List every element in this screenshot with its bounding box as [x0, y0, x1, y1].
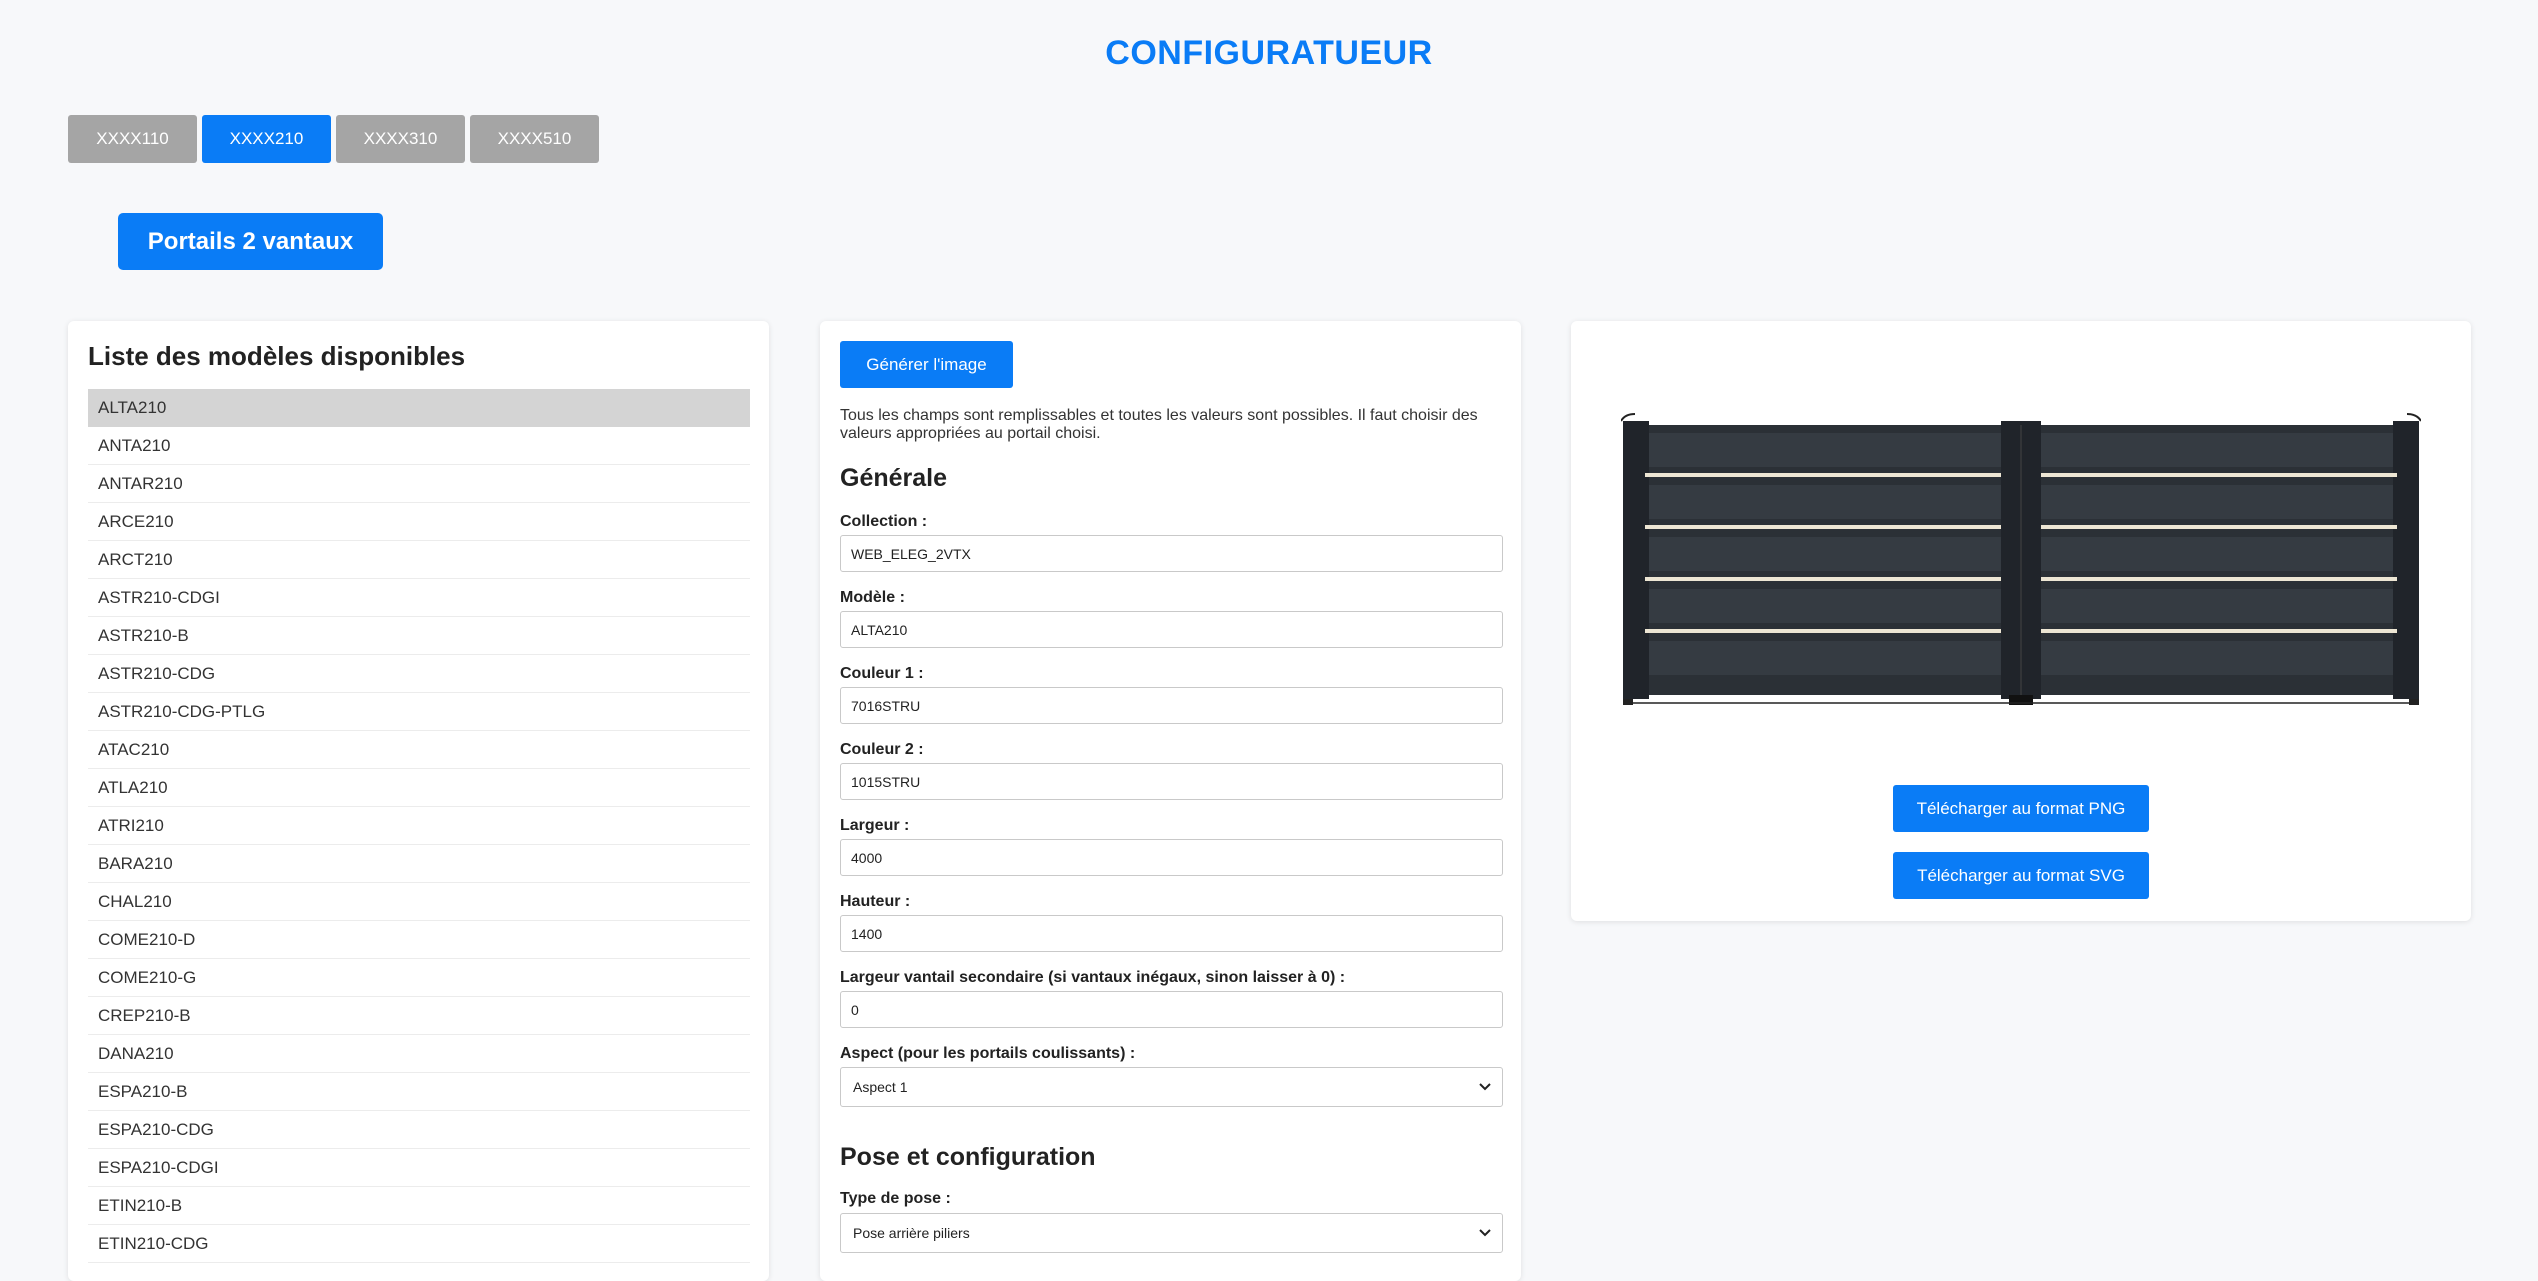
info-text: Tous les champs sont remplissables et to…	[840, 407, 1478, 442]
preview-panel: Télécharger au format PNG Télécharger au…	[1571, 321, 2471, 921]
list-item[interactable]: COME210-G	[88, 959, 750, 997]
download-svg-button[interactable]: Télécharger au format SVG	[1893, 852, 2149, 899]
tab-xxxx510[interactable]: XXXX510	[470, 115, 599, 163]
chevron-down-icon	[1479, 1229, 1491, 1237]
list-item[interactable]: ATAC210	[88, 731, 750, 769]
type-pose-select-value: Pose arrière piliers	[853, 1225, 970, 1241]
couleur1-label: Couleur 1 :	[840, 665, 924, 682]
list-item[interactable]: ALTA210	[88, 389, 750, 427]
largeur-secondaire-label: Largeur vantail secondaire (si vantaux i…	[840, 969, 1346, 986]
list-item[interactable]: ANTA210	[88, 427, 750, 465]
list-item[interactable]: ATRI210	[88, 807, 750, 845]
generate-image-button[interactable]: Générer l'image	[840, 341, 1013, 388]
list-item[interactable]: CHAL210	[88, 883, 750, 921]
list-item[interactable]: ANTAR210	[88, 465, 750, 503]
chevron-down-icon	[1479, 1083, 1491, 1091]
largeur-input[interactable]: 4000	[840, 839, 1503, 876]
aspect-label: Aspect (pour les portails coulissants) :	[840, 1045, 1136, 1062]
hauteur-label: Hauteur :	[840, 893, 911, 910]
largeur-label: Largeur :	[840, 817, 910, 834]
list-item[interactable]: ATLA210	[88, 769, 750, 807]
family-button[interactable]: Portails 2 vantaux	[118, 213, 383, 270]
type-pose-select[interactable]: Pose arrière piliers	[840, 1213, 1503, 1253]
download-png-button[interactable]: Télécharger au format PNG	[1893, 785, 2149, 832]
list-item[interactable]: CREP210-B	[88, 997, 750, 1035]
left-post	[1623, 421, 1649, 699]
couleur2-input[interactable]: 1015STRU	[840, 763, 1503, 800]
list-item[interactable]: ESPA210-B	[88, 1073, 750, 1111]
largeur-secondaire-input[interactable]: 0	[840, 991, 1503, 1028]
list-item[interactable]: ASTR210-CDG-PTLG	[88, 693, 750, 731]
tab-xxxx210[interactable]: XXXX210	[202, 115, 331, 163]
list-item[interactable]: ETIN210-B	[88, 1187, 750, 1225]
list-item[interactable]: ARCT210	[88, 541, 750, 579]
modele-input[interactable]: ALTA210	[840, 611, 1503, 648]
couleur1-input[interactable]: 7016STRU	[840, 687, 1503, 724]
model-list: ALTA210 ANTA210 ANTAR210 ARCE210 ARCT210 ASTR…	[88, 389, 750, 1263]
aspect-select-value: Aspect 1	[853, 1079, 908, 1095]
type-pose-label: Type de pose :	[840, 1190, 951, 1207]
section-general-title: Générale	[840, 464, 948, 492]
gate-preview-image	[1621, 413, 2421, 705]
product-tabs: XXXX110 XXXX210 XXXX310 XXXX510	[68, 115, 599, 163]
collection-label: Collection :	[840, 513, 928, 530]
list-item[interactable]: ASTR210-CDGI	[88, 579, 750, 617]
app-title: CONFIGURATUEUR	[1105, 34, 1433, 72]
list-item[interactable]: DANA210	[88, 1035, 750, 1073]
list-item[interactable]: ESPA210-CDGI	[88, 1149, 750, 1187]
modele-label: Modèle :	[840, 589, 905, 606]
tab-xxxx110[interactable]: XXXX110	[68, 115, 197, 163]
tab-xxxx310[interactable]: XXXX310	[336, 115, 465, 163]
list-item[interactable]: ASTR210-B	[88, 617, 750, 655]
hauteur-input[interactable]: 1400	[840, 915, 1503, 952]
list-item[interactable]: ESPA210-CDG	[88, 1111, 750, 1149]
aspect-select[interactable]: Aspect 1	[840, 1067, 1503, 1107]
list-item[interactable]: BARA210	[88, 845, 750, 883]
form-panel: Générer l'image Tous les champs sont rem…	[820, 321, 1521, 1281]
models-heading: Liste des modèles disponibles	[88, 341, 466, 371]
right-post	[2393, 421, 2419, 699]
list-item[interactable]: ASTR210-CDG	[88, 655, 750, 693]
couleur2-label: Couleur 2 :	[840, 741, 924, 758]
list-item[interactable]: ETIN210-CDG	[88, 1225, 750, 1263]
list-item[interactable]: COME210-D	[88, 921, 750, 959]
collection-input[interactable]: WEB_ELEG_2VTX	[840, 535, 1503, 572]
section-pose-title: Pose et configuration	[840, 1143, 1096, 1171]
models-panel: Liste des modèles disponibles ALTA210 ANT…	[68, 321, 769, 1281]
list-item[interactable]: ARCE210	[88, 503, 750, 541]
